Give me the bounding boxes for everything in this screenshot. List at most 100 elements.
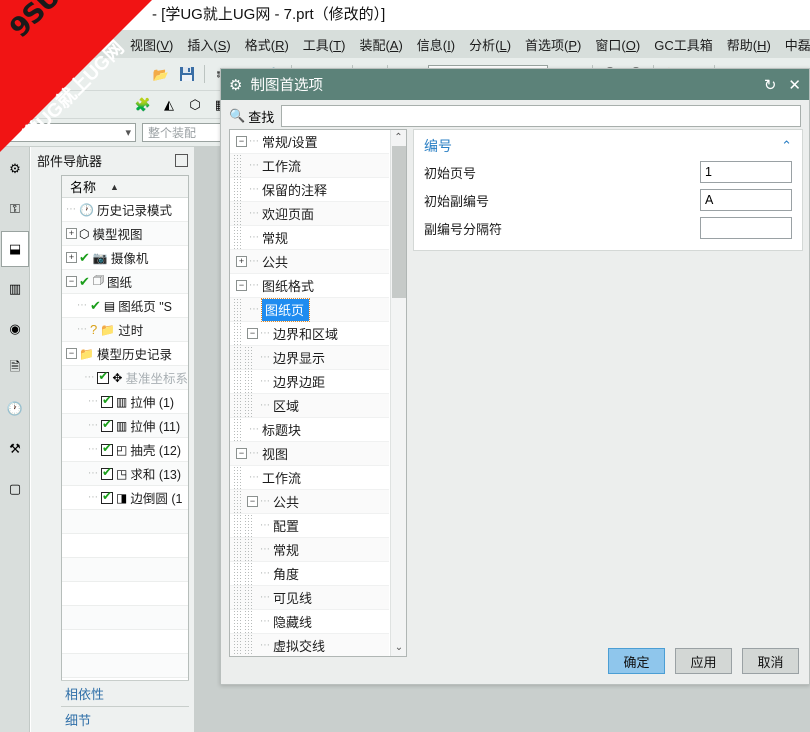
- sort-ascending-icon[interactable]: ▲: [110, 182, 119, 192]
- reset-icon[interactable]: ↻: [764, 76, 777, 94]
- preferences-tree-item[interactable]: ⋯ 区域: [230, 393, 389, 418]
- preferences-tree-item[interactable]: ⋯ 工作流: [230, 465, 389, 490]
- menu-item-1[interactable]: 视图(V): [123, 32, 180, 57]
- dialog-button-确定[interactable]: 确定: [608, 648, 665, 674]
- part-navigator-row[interactable]: ⋯ ▥拉伸 (1): [62, 390, 188, 414]
- navigator-section-2[interactable]: 细节: [61, 706, 189, 732]
- part-navigator-row[interactable]: + ✔ 📷 摄像机: [62, 246, 188, 270]
- preferences-tree-item[interactable]: − ⋯ 公共: [230, 489, 389, 514]
- preferences-tree-item[interactable]: ⋯ 保留的注释: [230, 177, 389, 202]
- pattern-component-icon[interactable]: ⬡: [184, 94, 206, 116]
- preferences-tree-item[interactable]: + ⋯ 公共: [230, 250, 389, 274]
- preferences-tree-item[interactable]: ⋯ 可见线: [230, 585, 389, 610]
- preferences-tree-item[interactable]: ⋯ 标题块: [230, 417, 389, 442]
- menu-item-10[interactable]: GC工具箱: [647, 32, 720, 57]
- preferences-tree-item[interactable]: ⋯ 常规: [230, 537, 389, 562]
- row-checkbox[interactable]: [101, 394, 113, 408]
- tree-expander[interactable]: −: [236, 448, 247, 459]
- process-studio-icon[interactable]: ⚒: [1, 431, 29, 467]
- tree-expander[interactable]: −: [236, 280, 247, 291]
- preferences-tree-item[interactable]: − ⋯ 边界和区域: [230, 321, 389, 346]
- tree-expander[interactable]: +: [66, 228, 77, 239]
- filter-combo[interactable]: ▾: [8, 123, 136, 142]
- numbering-card-header[interactable]: 编号 ⌃: [424, 134, 792, 158]
- scroll-down-icon[interactable]: ⌄: [391, 640, 406, 656]
- field-input-1[interactable]: [700, 161, 792, 183]
- preferences-tree-item[interactable]: ⋯ 工作流: [230, 153, 389, 178]
- tree-expander[interactable]: −: [247, 496, 258, 507]
- assembly-navigator-icon[interactable]: ⚿: [1, 191, 29, 227]
- part-navigator-column-header[interactable]: 名称 ▲: [62, 176, 188, 198]
- tree-expander[interactable]: −: [66, 276, 77, 287]
- menu-item-4[interactable]: 工具(T): [296, 32, 353, 57]
- part-navigator-row[interactable]: ⋯ ◨边倒圆 (1: [62, 486, 188, 510]
- part-navigator-row[interactable]: + ⬡ 模型视图: [62, 222, 188, 246]
- row-checkbox[interactable]: [101, 466, 113, 480]
- assembly-constraint-icon[interactable]: ◭: [158, 94, 180, 116]
- preferences-tree-item[interactable]: − ⋯ 常规/设置: [230, 130, 389, 154]
- tree-expander[interactable]: −: [66, 348, 77, 359]
- part-navigator-row[interactable]: ⋯ ▥拉伸 (11): [62, 414, 188, 438]
- folder-open-icon[interactable]: 📂: [150, 63, 172, 85]
- menu-item-7[interactable]: 分析(L): [462, 32, 518, 57]
- tree-expander[interactable]: +: [236, 256, 247, 267]
- part-navigator-row[interactable]: ⋯ ✔ ▤ 图纸页 "S: [62, 294, 188, 318]
- menu-item-11[interactable]: 帮助(H): [720, 32, 778, 57]
- preferences-tree-item[interactable]: − ⋯ 图纸格式: [230, 274, 389, 298]
- gear-icon[interactable]: ⚙: [1, 151, 29, 187]
- preferences-tree-item[interactable]: − ⋯ 视图: [230, 442, 389, 466]
- row-checkbox[interactable]: [101, 418, 113, 432]
- menu-item-6[interactable]: 信息(I): [410, 32, 462, 57]
- part-navigator-row[interactable]: ⋯ ✥基准坐标系: [62, 366, 188, 390]
- preferences-tree-item[interactable]: ⋯ 常规: [230, 225, 389, 250]
- part-navigator-row[interactable]: ⋯ ◰抽壳 (12): [62, 438, 188, 462]
- part-navigator-row[interactable]: ⋯ ◳求和 (13): [62, 462, 188, 486]
- field-input-3[interactable]: [700, 217, 792, 239]
- dialog-button-应用[interactable]: 应用: [675, 648, 732, 674]
- pin-panel-icon[interactable]: [175, 153, 188, 167]
- dialog-button-取消[interactable]: 取消: [742, 648, 799, 674]
- preferences-tree-item[interactable]: ⋯ 隐藏线: [230, 609, 389, 634]
- vscroll-thumb[interactable]: [392, 146, 406, 298]
- part-navigator-row[interactable]: ⋯? 📁 过时: [62, 318, 188, 342]
- close-icon[interactable]: ✕: [788, 76, 801, 94]
- find-input[interactable]: [281, 105, 801, 127]
- preferences-tree-item[interactable]: ⋯ 欢迎页面: [230, 201, 389, 226]
- tree-expander[interactable]: −: [247, 328, 258, 339]
- history-icon[interactable]: 🕐: [1, 391, 29, 427]
- dialog-titlebar[interactable]: ⚙ 制图首选项 ↻ ✕: [221, 69, 809, 100]
- row-checkbox[interactable]: [101, 490, 113, 504]
- tree-expander[interactable]: −: [236, 136, 247, 147]
- preferences-tree-item[interactable]: ⋯ 图纸页: [230, 297, 389, 322]
- field-input-2[interactable]: [700, 189, 792, 211]
- part-navigator-row[interactable]: − 📁 模型历史记录: [62, 342, 188, 366]
- menu-item-8[interactable]: 首选项(P): [518, 32, 588, 57]
- part-navigator-row[interactable]: − ✔ 🗇 图纸: [62, 270, 188, 294]
- preferences-tree-item[interactable]: ⋯ 配置: [230, 513, 389, 538]
- preferences-tree-scrollbar[interactable]: ⌃ ⌄: [390, 130, 406, 656]
- menu-item-3[interactable]: 格式(R): [238, 32, 296, 57]
- part-navigator-icon[interactable]: ⬓: [1, 231, 29, 267]
- scroll-up-icon[interactable]: ⌃: [391, 130, 406, 146]
- reuse-library-icon[interactable]: ▥: [1, 271, 29, 307]
- empty-panel-icon[interactable]: ▢: [1, 471, 29, 507]
- menu-item-5[interactable]: 装配(A): [352, 32, 409, 57]
- web-browser-icon[interactable]: 🗎: [1, 351, 29, 387]
- row-checkbox[interactable]: [97, 370, 110, 384]
- preferences-tree-item[interactable]: ⋯ 虚拟交线: [230, 633, 389, 656]
- chevron-up-icon[interactable]: ⌃: [781, 138, 792, 154]
- navigator-section-1[interactable]: 相依性: [61, 680, 189, 706]
- tree-expander[interactable]: +: [66, 252, 77, 263]
- preferences-tree-item[interactable]: ⋯ 角度: [230, 561, 389, 586]
- save-icon[interactable]: [176, 63, 198, 85]
- preferences-tree[interactable]: − ⋯ 常规/设置 ⋯ 工作流 ⋯ 保留的注释 ⋯ 欢迎页面 ⋯ 常规 + ⋯ 公共 − ⋯ 图纸格式 ⋯ 图纸页 −…: [229, 129, 407, 657]
- new-component-icon[interactable]: 🧩: [132, 94, 154, 116]
- preferences-tree-item[interactable]: ⋯ 边界边距: [230, 369, 389, 394]
- menu-item-2[interactable]: 插入(S): [180, 32, 237, 57]
- hd3d-icon[interactable]: ◉: [1, 311, 29, 347]
- preferences-tree-item[interactable]: ⋯ 边界显示: [230, 345, 389, 370]
- part-navigator-tree[interactable]: 名称 ▲ ⋯ 🕐 历史记录模式 + ⬡ 模型视图 + ✔ 📷 摄像机 − ✔ 🗇 图纸 ⋯ ✔ ▤ 图纸页 "S ⋯…: [61, 175, 189, 732]
- row-checkbox[interactable]: [101, 442, 113, 456]
- part-navigator-row[interactable]: ⋯ 🕐 历史记录模式: [62, 198, 188, 222]
- menu-item-12[interactable]: 中磊1.0: [778, 32, 810, 57]
